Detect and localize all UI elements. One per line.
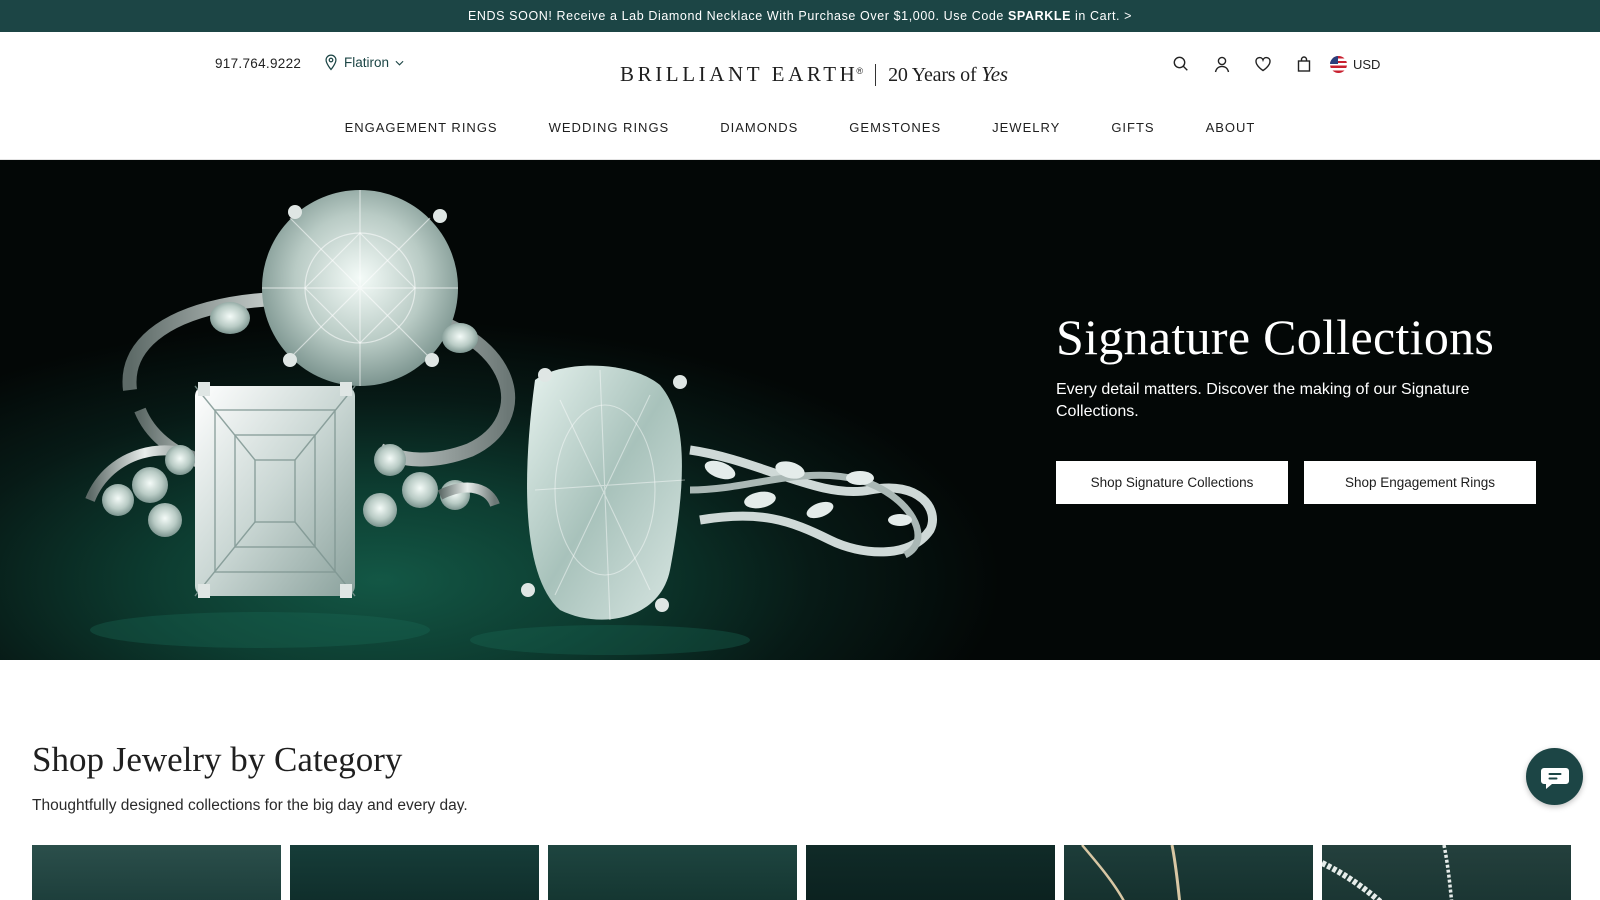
promo-text: ENDS SOON! Receive a Lab Diamond Necklac… [467,9,1004,23]
logo-divider [875,63,877,86]
promo-code: SPARKLE [1008,9,1072,23]
registered-mark: ® [856,65,864,76]
nav-item-gifts[interactable]: GIFTS [1111,120,1154,135]
category-tile[interactable] [290,845,539,900]
search-button[interactable] [1160,52,1201,76]
us-flag-icon [1330,55,1347,73]
tennis-bracelet-image [1322,845,1454,900]
search-icon [1173,56,1188,71]
header-utility-icons: USD [1160,52,1380,76]
chat-bubble-icon [1540,767,1569,789]
promo-chevron-icon: > [1124,9,1133,23]
tagline-script: Yes [981,62,1008,86]
shop-engagement-rings-button[interactable]: Shop Engagement Rings [1304,461,1536,504]
map-pin-icon [325,54,337,71]
account-button[interactable] [1201,52,1242,76]
hero-rings-image [85,190,937,655]
hero-buttons: Shop Signature Collections Shop Engageme… [1056,461,1536,504]
promo-banner[interactable]: ENDS SOON! Receive a Lab Diamond Necklac… [0,0,1600,32]
category-tile[interactable] [32,845,281,900]
nav-item-engagement-rings[interactable]: ENGAGEMENT RINGS [345,120,498,135]
nav-item-gemstones[interactable]: GEMSTONES [849,120,941,135]
category-tile[interactable] [1064,845,1313,900]
main-navigation: ENGAGEMENT RINGS WEDDING RINGS DIAMONDS … [0,120,1600,135]
category-tile[interactable] [1322,845,1571,900]
necklace-image [1081,845,1182,900]
chevron-down-icon [395,60,404,66]
shopping-bag-icon [1297,56,1310,72]
category-section-title: Shop Jewelry by Category [32,740,403,779]
brand-logo[interactable]: BRILLIANT EARTH ® 20 Years of Yes [620,62,1008,87]
logo-tagline: 20 Years of Yes [888,62,1008,87]
hero-banner: Signature Collections Every detail matte… [0,160,1600,660]
nav-item-about[interactable]: ABOUT [1206,120,1256,135]
store-location-selector[interactable]: Flatiron [324,54,404,71]
category-section-subtitle: Thoughtfully designed collections for th… [32,797,468,814]
hero-subtitle: Every detail matters. Discover the makin… [1056,381,1470,420]
currency-selector[interactable]: USD [1330,55,1381,73]
wishlist-heart-icon [1254,56,1271,72]
logo-wordmark: BRILLIANT EARTH [620,62,859,86]
hero-title: Signature Collections [1056,309,1495,365]
nav-item-wedding-rings[interactable]: WEDDING RINGS [549,120,670,135]
wishlist-button[interactable] [1242,52,1283,76]
cart-button[interactable] [1283,52,1324,76]
nav-item-jewelry[interactable]: JEWELRY [992,120,1060,135]
promo-text-end: in Cart. [1075,9,1121,23]
category-tile[interactable] [806,845,1055,900]
category-tiles [32,845,1571,900]
nav-item-diamonds[interactable]: DIAMONDS [720,120,798,135]
shop-signature-collections-button[interactable]: Shop Signature Collections [1056,461,1288,504]
site-header: 917.764.9222 Flatiron BRILLIANT EARTH ® … [0,32,1600,160]
account-icon [1214,56,1229,73]
tagline-prefix: 20 Years of [888,64,977,86]
category-tile[interactable] [548,845,797,900]
currency-label: USD [1353,56,1381,72]
store-location-label: Flatiron [344,55,390,70]
phone-link[interactable]: 917.764.9222 [215,56,301,71]
chat-button[interactable] [1526,748,1583,805]
hero-copy: Signature Collections Every detail matte… [1056,310,1556,423]
